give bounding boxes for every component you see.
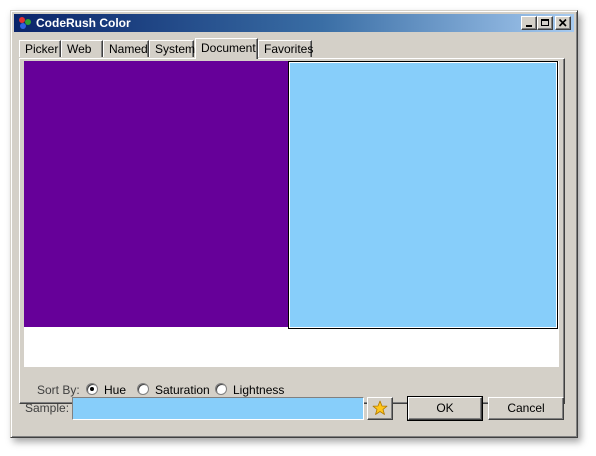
star-icon bbox=[372, 400, 388, 415]
tab-system[interactable]: System bbox=[149, 40, 196, 57]
sort-by-label: Sort By: bbox=[37, 383, 80, 397]
coderush-color-dialog: CodeRush Color Picker Web Named System D… bbox=[10, 10, 578, 438]
radio-button-icon bbox=[86, 383, 98, 395]
sort-by-group: Sort By: Hue Saturation Lightness bbox=[28, 381, 548, 397]
color-swatch-light-sky-blue[interactable] bbox=[288, 61, 558, 329]
sort-saturation-radio[interactable]: Saturation bbox=[137, 382, 212, 398]
tab-label: Document bbox=[201, 41, 256, 55]
cancel-button[interactable]: Cancel bbox=[488, 397, 564, 420]
sort-lightness-label: Lightness bbox=[233, 383, 285, 397]
tab-favorites[interactable]: Favorites bbox=[258, 40, 314, 57]
sample-color-preview bbox=[72, 397, 364, 420]
ok-button[interactable]: OK bbox=[407, 396, 483, 421]
title-bar[interactable]: CodeRush Color bbox=[14, 14, 574, 32]
tab-label: Picker bbox=[25, 42, 59, 56]
document-tab-panel: Sort By: Hue Saturation Lightness bbox=[19, 58, 565, 404]
tab-web[interactable]: Web bbox=[61, 40, 103, 57]
maximize-button[interactable] bbox=[537, 16, 553, 30]
tab-label: Web bbox=[67, 42, 92, 56]
tab-label: Named bbox=[109, 42, 148, 56]
close-button[interactable] bbox=[555, 16, 571, 30]
color-swatch-purple[interactable] bbox=[24, 61, 288, 327]
color-swatch-area bbox=[24, 61, 559, 367]
tab-picker[interactable]: Picker bbox=[19, 40, 61, 57]
window-title: CodeRush Color bbox=[36, 16, 131, 30]
color-drops-icon bbox=[19, 17, 31, 29]
sample-label: Sample: bbox=[25, 401, 70, 415]
radio-button-icon bbox=[215, 383, 227, 395]
sort-saturation-label: Saturation bbox=[155, 383, 210, 397]
close-icon bbox=[558, 18, 567, 27]
sort-lightness-radio[interactable]: Lightness bbox=[215, 382, 285, 398]
minimize-icon bbox=[526, 25, 532, 27]
radio-button-icon bbox=[137, 383, 149, 395]
sort-hue-label: Hue bbox=[104, 383, 127, 397]
maximize-icon bbox=[541, 19, 549, 26]
tab-label: System bbox=[155, 42, 196, 56]
tab-label: Favorites bbox=[264, 42, 314, 56]
radio-selected-dot bbox=[90, 387, 94, 391]
minimize-button[interactable] bbox=[521, 16, 537, 30]
tab-document[interactable]: Document bbox=[195, 38, 258, 59]
tab-named[interactable]: Named bbox=[103, 40, 149, 57]
add-to-favorites-button[interactable] bbox=[367, 397, 393, 420]
sort-hue-radio[interactable]: Hue bbox=[86, 382, 130, 398]
